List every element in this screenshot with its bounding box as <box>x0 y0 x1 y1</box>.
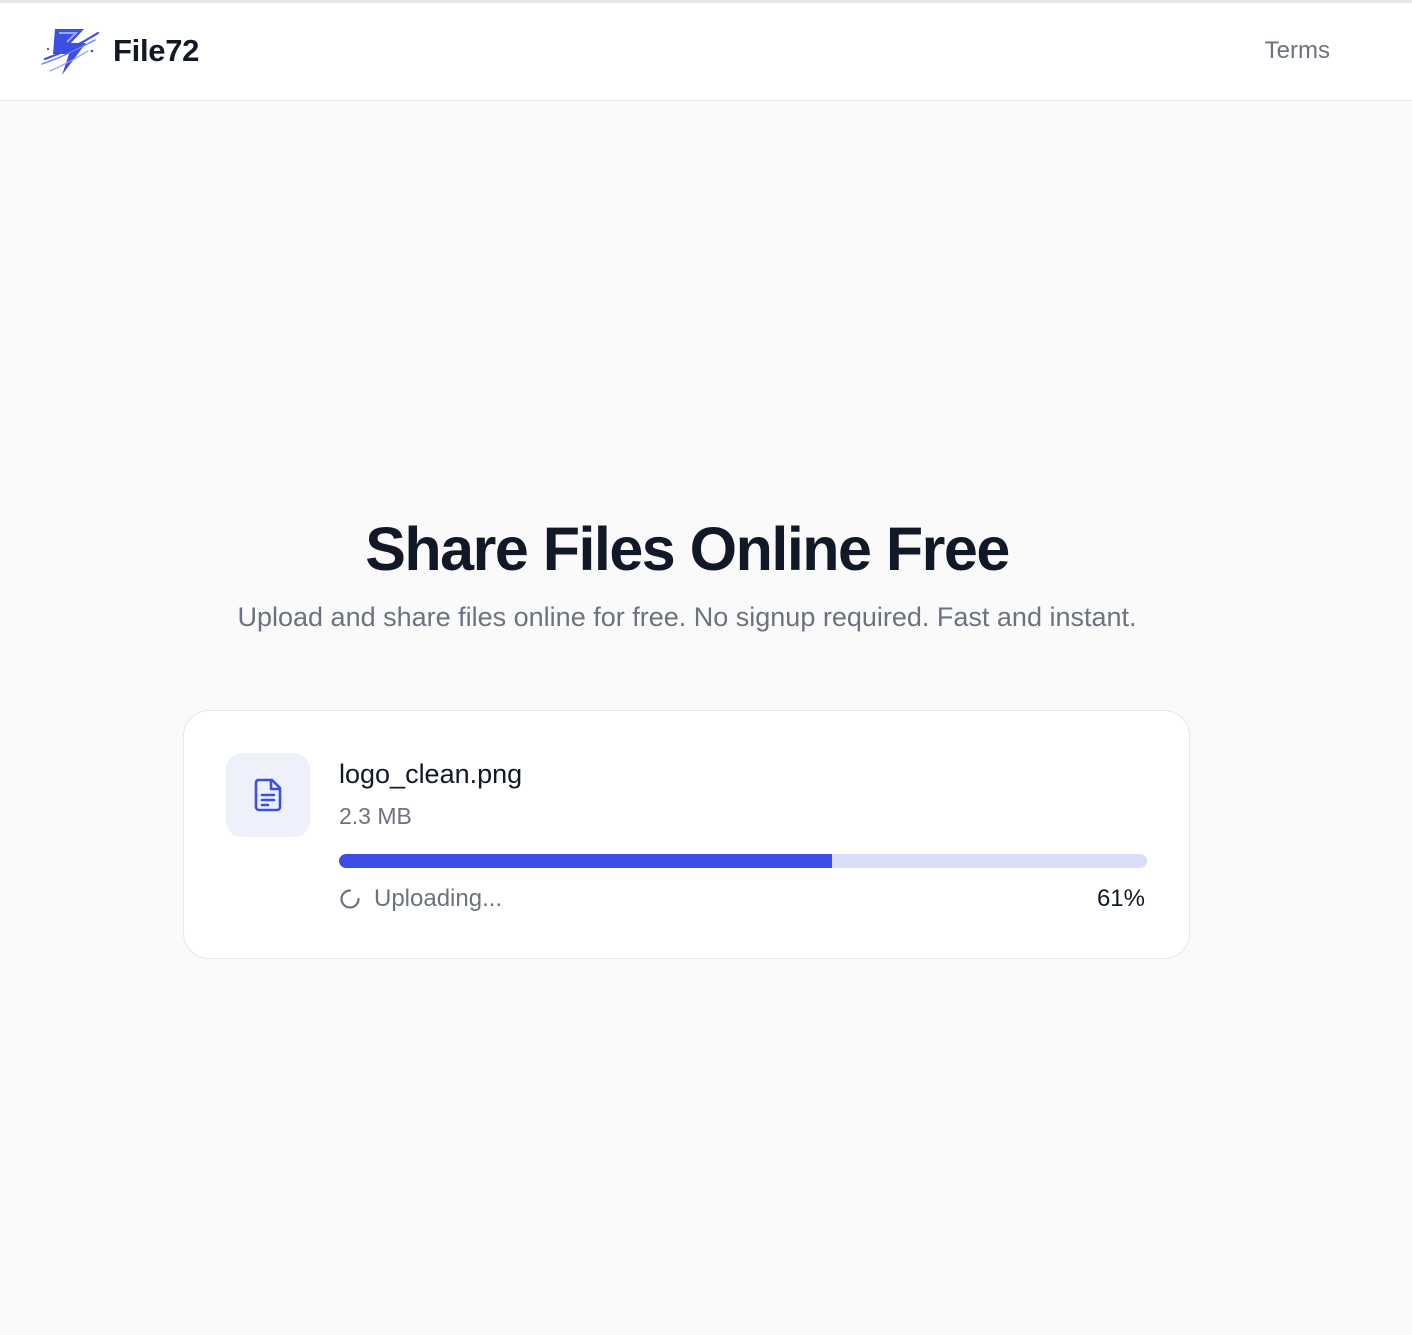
status-text: Uploading... <box>374 885 503 912</box>
document-icon <box>254 778 282 812</box>
page-title: Share Files Online Free <box>365 515 1010 583</box>
upload-status: Uploading... <box>339 885 502 913</box>
file-name: logo_clean.png <box>339 759 523 789</box>
lightning-bolt-icon <box>41 29 100 75</box>
upload-progress-fill <box>339 854 832 868</box>
brand-name: File72 <box>113 33 200 68</box>
upload-progress-bar <box>339 854 1147 868</box>
page-subtitle: Upload and share files online for free. … <box>237 602 1137 632</box>
site-header: File72 Terms <box>0 3 1412 101</box>
brand-home-link[interactable]: File72 <box>40 21 199 81</box>
nav-terms-link[interactable]: Terms <box>1265 37 1330 65</box>
upload-card: logo_clean.png 2.3 MB Uploading... 61% <box>183 710 1190 959</box>
spinner-icon <box>340 889 360 909</box>
progress-percent: 61% <box>1096 885 1145 912</box>
file-size: 2.3 MB <box>339 803 412 829</box>
file-icon-container <box>226 753 310 837</box>
